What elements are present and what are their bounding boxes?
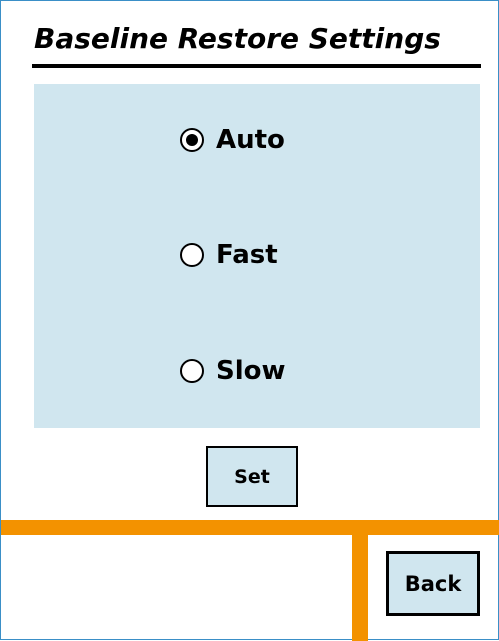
radio-fast-icon[interactable]: [180, 243, 204, 267]
option-fast-label: Fast: [216, 240, 278, 270]
footer-divider-horizontal: [1, 520, 499, 535]
option-slow[interactable]: Slow: [180, 351, 286, 391]
restore-options-panel: Auto Fast Slow: [34, 84, 480, 428]
screen-frame: Baseline Restore Settings Auto Fast Slow…: [0, 0, 499, 641]
radio-slow-icon[interactable]: [180, 359, 204, 383]
title-underline: [32, 64, 481, 68]
page-title: Baseline Restore Settings: [34, 22, 441, 55]
set-button[interactable]: Set: [206, 446, 298, 507]
back-button[interactable]: Back: [386, 551, 480, 616]
option-auto-label: Auto: [216, 125, 285, 155]
footer-divider-vertical: [352, 520, 368, 641]
option-auto[interactable]: Auto: [180, 120, 285, 160]
radio-auto-icon[interactable]: [180, 128, 204, 152]
option-fast[interactable]: Fast: [180, 235, 278, 275]
option-slow-label: Slow: [216, 356, 286, 386]
